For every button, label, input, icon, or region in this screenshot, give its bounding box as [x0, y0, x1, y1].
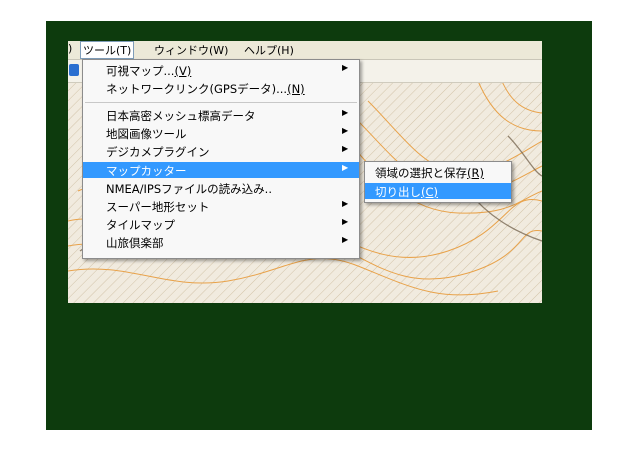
submenu-arrow-icon: ▶: [342, 63, 349, 72]
submenu-arrow-icon: ▶: [342, 163, 349, 172]
menu-item-label: タイルマップ: [106, 218, 175, 232]
menu-item-nmea-import[interactable]: NMEA/IPSファイルの読み込み..: [83, 180, 359, 196]
submenu-arrow-icon: ▶: [342, 235, 349, 244]
menu-item-mnemonic: (R): [467, 166, 484, 180]
submenu-arrow-icon: ▶: [342, 108, 349, 117]
menu-bar: ) ツール(T) ウィンドウ(W) ヘルプ(H): [68, 41, 542, 60]
submenu-item-select-save[interactable]: 領域の選択と保存(R): [365, 164, 511, 180]
submenu-arrow-icon: ▶: [342, 217, 349, 226]
submenu-arrow-icon: ▶: [342, 199, 349, 208]
submenu-arrow-icon: ▶: [342, 126, 349, 135]
menu-item-label: 山旅倶楽部: [106, 236, 164, 250]
submenu-item-cut-out[interactable]: 切り出し(C): [365, 183, 511, 199]
menu-item-network-link[interactable]: ネットワークリンク(GPSデータ)...(N): [83, 80, 359, 96]
menu-item-mnemonic: (N): [287, 82, 305, 96]
menu-item-label: 領域の選択と保存: [375, 166, 467, 180]
menubar-item-help[interactable]: ヘルプ(H): [244, 42, 294, 58]
menu-item-camera-plugin[interactable]: デジカメプラグイン ▶: [83, 143, 359, 159]
menubar-item-partial[interactable]: ): [68, 42, 72, 55]
menu-item-label: 切り出し: [375, 185, 421, 199]
menu-item-label: NMEA/IPSファイルの読み込み..: [106, 182, 272, 196]
menu-item-label: マップカッター: [106, 164, 187, 178]
map-cutter-submenu: 領域の選択と保存(R) 切り出し(C): [364, 161, 512, 203]
menu-item-mnemonic: (C): [421, 185, 439, 199]
menu-item-label: 地図画像ツール: [106, 127, 187, 141]
menu-item-tile-map[interactable]: タイルマップ ▶: [83, 216, 359, 232]
menu-item-map-cutter[interactable]: マップカッター ▶: [83, 162, 359, 178]
menu-item-label: スーパー地形セット: [106, 200, 210, 214]
menubar-item-window[interactable]: ウィンドウ(W): [154, 42, 228, 58]
menu-item-label: 日本高密メッシュ標高データ: [106, 109, 256, 123]
menu-item-label: 可視マップ...: [106, 64, 175, 78]
menu-item-label: ネットワークリンク(GPSデータ)...: [106, 82, 288, 96]
menubar-item-tools[interactable]: ツール(T): [80, 41, 135, 59]
submenu-arrow-icon: ▶: [342, 144, 349, 153]
tools-menu: 可視マップ...(V) ▶ ネットワークリンク(GPSデータ)...(N) 日本…: [82, 59, 360, 259]
menu-item-label: デジカメプラグイン: [106, 145, 210, 159]
menu-item-yamatabi-club[interactable]: 山旅倶楽部 ▶: [83, 234, 359, 250]
menu-item-super-terrain[interactable]: スーパー地形セット ▶: [83, 198, 359, 214]
globe-icon[interactable]: [69, 64, 79, 76]
menu-item-map-image-tool[interactable]: 地図画像ツール ▶: [83, 125, 359, 141]
menu-separator: [85, 102, 357, 103]
menu-item-mnemonic: (V): [174, 64, 192, 78]
menu-item-mesh-elevation[interactable]: 日本高密メッシュ標高データ ▶: [83, 107, 359, 123]
menu-item-visible-map[interactable]: 可視マップ...(V) ▶: [83, 62, 359, 78]
